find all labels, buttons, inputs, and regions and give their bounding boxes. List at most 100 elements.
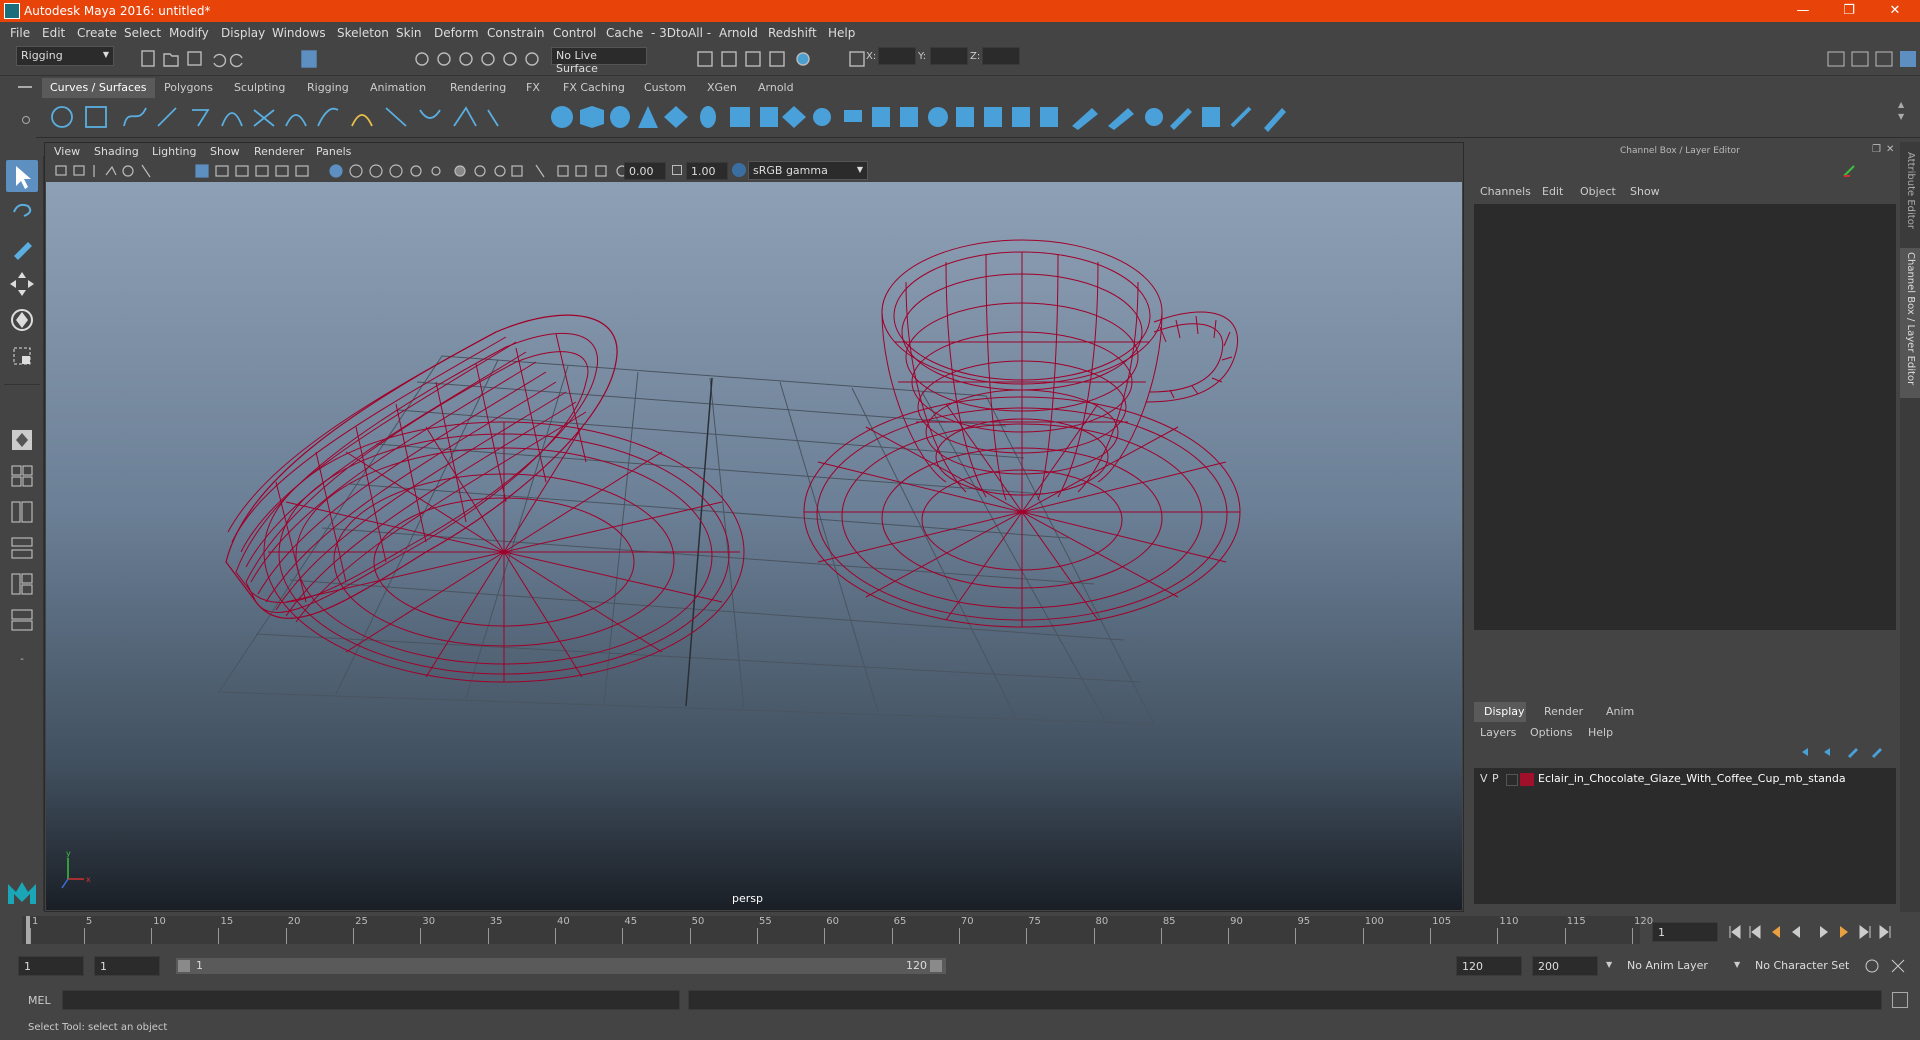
paint-select-tool[interactable] (6, 232, 38, 264)
menu-modify[interactable]: Modify (169, 26, 209, 40)
script-editor-layout[interactable] (6, 604, 38, 636)
cb-menu-show[interactable]: Show (1630, 185, 1660, 198)
character-set-dropdown[interactable]: No Character Set (1750, 956, 1868, 976)
shelf-scroll-up-icon[interactable]: ▲ (1898, 100, 1904, 109)
shelf-tab-sculpting[interactable]: Sculpting (226, 78, 293, 98)
menu-deform[interactable]: Deform (434, 26, 479, 40)
viewport-menu-show[interactable]: Show (210, 145, 240, 158)
shelf-tab-custom[interactable]: Custom (636, 78, 694, 98)
layer-menu-help[interactable]: Help (1588, 726, 1613, 739)
layer-tab-anim[interactable]: Anim (1606, 705, 1634, 718)
menu-control[interactable]: Control (553, 26, 596, 40)
range-bar[interactable]: 1 120 (176, 958, 946, 974)
y-input[interactable] (930, 47, 968, 65)
move-tool[interactable] (6, 268, 38, 300)
menu-windows[interactable]: Windows (272, 26, 326, 40)
playback-start-input[interactable]: 1 (94, 956, 160, 976)
menu-constrain[interactable]: Constrain (487, 26, 545, 40)
select-tool[interactable] (6, 160, 38, 192)
live-surface-field[interactable]: No Live Surface (551, 47, 647, 75)
shelf-scroll-down-icon[interactable]: ▼ (1898, 112, 1904, 121)
shelf-icon-strip[interactable] (36, 98, 1920, 138)
layer-menu-layers[interactable]: Layers (1480, 726, 1516, 739)
minimize-button[interactable]: — (1780, 0, 1826, 22)
menu-file[interactable]: File (10, 26, 30, 40)
x-input[interactable] (878, 47, 916, 65)
menu-select[interactable]: Select (124, 26, 161, 40)
anim-layer-dropdown[interactable]: No Anim Layer (1622, 956, 1740, 976)
layer-tab-render[interactable]: Render (1544, 705, 1583, 718)
shelf-tab-rigging[interactable]: Rigging (299, 78, 357, 98)
playback-controls[interactable] (1726, 922, 1916, 942)
shelf-settings-icon[interactable] (22, 116, 30, 124)
shelf-tab-xgen[interactable]: XGen (699, 78, 745, 98)
viewport-menu-lighting[interactable]: Lighting (152, 145, 196, 158)
mode-dropdown[interactable]: Rigging ▼ (16, 46, 114, 66)
layer-buttons[interactable] (1798, 744, 1898, 760)
shelf-tab-rendering[interactable]: Rendering (442, 78, 514, 98)
end-time-input[interactable]: 200 (1532, 956, 1598, 976)
script-editor-icon[interactable] (1892, 992, 1908, 1008)
layer-visibility-toggle[interactable]: V (1480, 772, 1488, 785)
outliner-persp-layout[interactable] (6, 496, 38, 528)
shelf-tab-fx[interactable]: FX (518, 78, 548, 98)
viewport-menu-panels[interactable]: Panels (316, 145, 351, 158)
rotate-tool[interactable] (6, 304, 38, 336)
attribute-editor-tab[interactable]: Attribute Editor (1900, 152, 1920, 242)
float-panel-icon[interactable]: ❐ (1872, 144, 1881, 155)
close-panel-icon[interactable]: ✕ (1886, 144, 1894, 155)
scale-tool[interactable] (6, 340, 38, 372)
menu-help[interactable]: Help (828, 26, 855, 40)
cb-menu-channels[interactable]: Channels (1480, 185, 1531, 198)
layer-display-type[interactable] (1506, 774, 1518, 786)
lasso-tool[interactable] (6, 196, 38, 228)
menu-cache[interactable]: Cache (606, 26, 643, 40)
time-slider[interactable]: 1 5 10 15 20 25 30 35 40 45 50 55 60 65 70 75 80 85 90 95 10… (0, 912, 1920, 948)
range-end-handle[interactable] (930, 960, 942, 972)
shelf-menu-icon[interactable] (18, 86, 32, 88)
shelf-tab-fx-caching[interactable]: FX Caching (555, 78, 633, 98)
shelf-tab-animation[interactable]: Animation (362, 78, 434, 98)
menu-skeleton[interactable]: Skeleton (337, 26, 389, 40)
current-frame-input[interactable]: 1 (1652, 922, 1718, 942)
menu-3dtoall[interactable]: - 3DtoAll - (651, 26, 711, 40)
z-input[interactable] (982, 47, 1020, 65)
chevron-down-icon[interactable]: ▼ (1606, 960, 1612, 969)
toolbox-collapse-icon[interactable]: - (6, 644, 38, 676)
playback-end-input[interactable]: 120 (1456, 956, 1522, 976)
close-button[interactable]: ✕ (1872, 0, 1918, 22)
viewport-menu-renderer[interactable]: Renderer (254, 145, 304, 158)
perspective-viewport[interactable]: y x persp (46, 182, 1462, 910)
shelf-tab-curves-surfaces[interactable]: Curves / Surfaces (42, 78, 155, 98)
menu-arnold[interactable]: Arnold (719, 26, 758, 40)
command-input[interactable] (62, 990, 680, 1010)
colorspace-dropdown[interactable]: sRGB gamma ▼ (748, 161, 868, 180)
menu-create[interactable]: Create (77, 26, 117, 40)
layer-menu-options[interactable]: Options (1530, 726, 1572, 739)
restore-button[interactable]: ❐ (1826, 0, 1872, 22)
menu-display[interactable]: Display (221, 26, 265, 40)
viewport-menu-shading[interactable]: Shading (94, 145, 139, 158)
single-perspective-layout[interactable] (6, 424, 38, 456)
channel-box-tab[interactable]: Channel Box / Layer Editor (1900, 248, 1920, 398)
script-language-label[interactable]: MEL (28, 994, 51, 1007)
gamma-input[interactable]: 1.00 (686, 162, 728, 180)
shelf-tab-polygons[interactable]: Polygons (156, 78, 221, 98)
menu-edit[interactable]: Edit (42, 26, 65, 40)
channel-list[interactable] (1474, 204, 1896, 630)
layer-name[interactable]: Eclair_in_Chocolate_Glaze_With_Coffee_Cu… (1538, 772, 1846, 785)
chevron-down-icon[interactable]: ▼ (1734, 960, 1740, 969)
scene-render[interactable]: y x (46, 182, 1462, 910)
hypershade-layout[interactable] (6, 568, 38, 600)
anim-pref-icons[interactable] (1862, 956, 1918, 976)
four-view-layout[interactable] (6, 460, 38, 492)
shelf-tab-arnold[interactable]: Arnold (750, 78, 802, 98)
cb-menu-object[interactable]: Object (1580, 185, 1616, 198)
menu-redshift[interactable]: Redshift (768, 26, 817, 40)
layer-tab-display[interactable]: Display (1474, 702, 1526, 722)
exposure-input[interactable]: 0.00 (624, 162, 666, 180)
persp-graph-layout[interactable] (6, 532, 38, 564)
layer-playback-toggle[interactable]: P (1492, 772, 1499, 785)
channel-box-tool-icon[interactable] (1842, 164, 1856, 178)
layer-row[interactable]: V P Eclair_in_Chocolate_Glaze_With_Coffe… (1474, 770, 1894, 788)
